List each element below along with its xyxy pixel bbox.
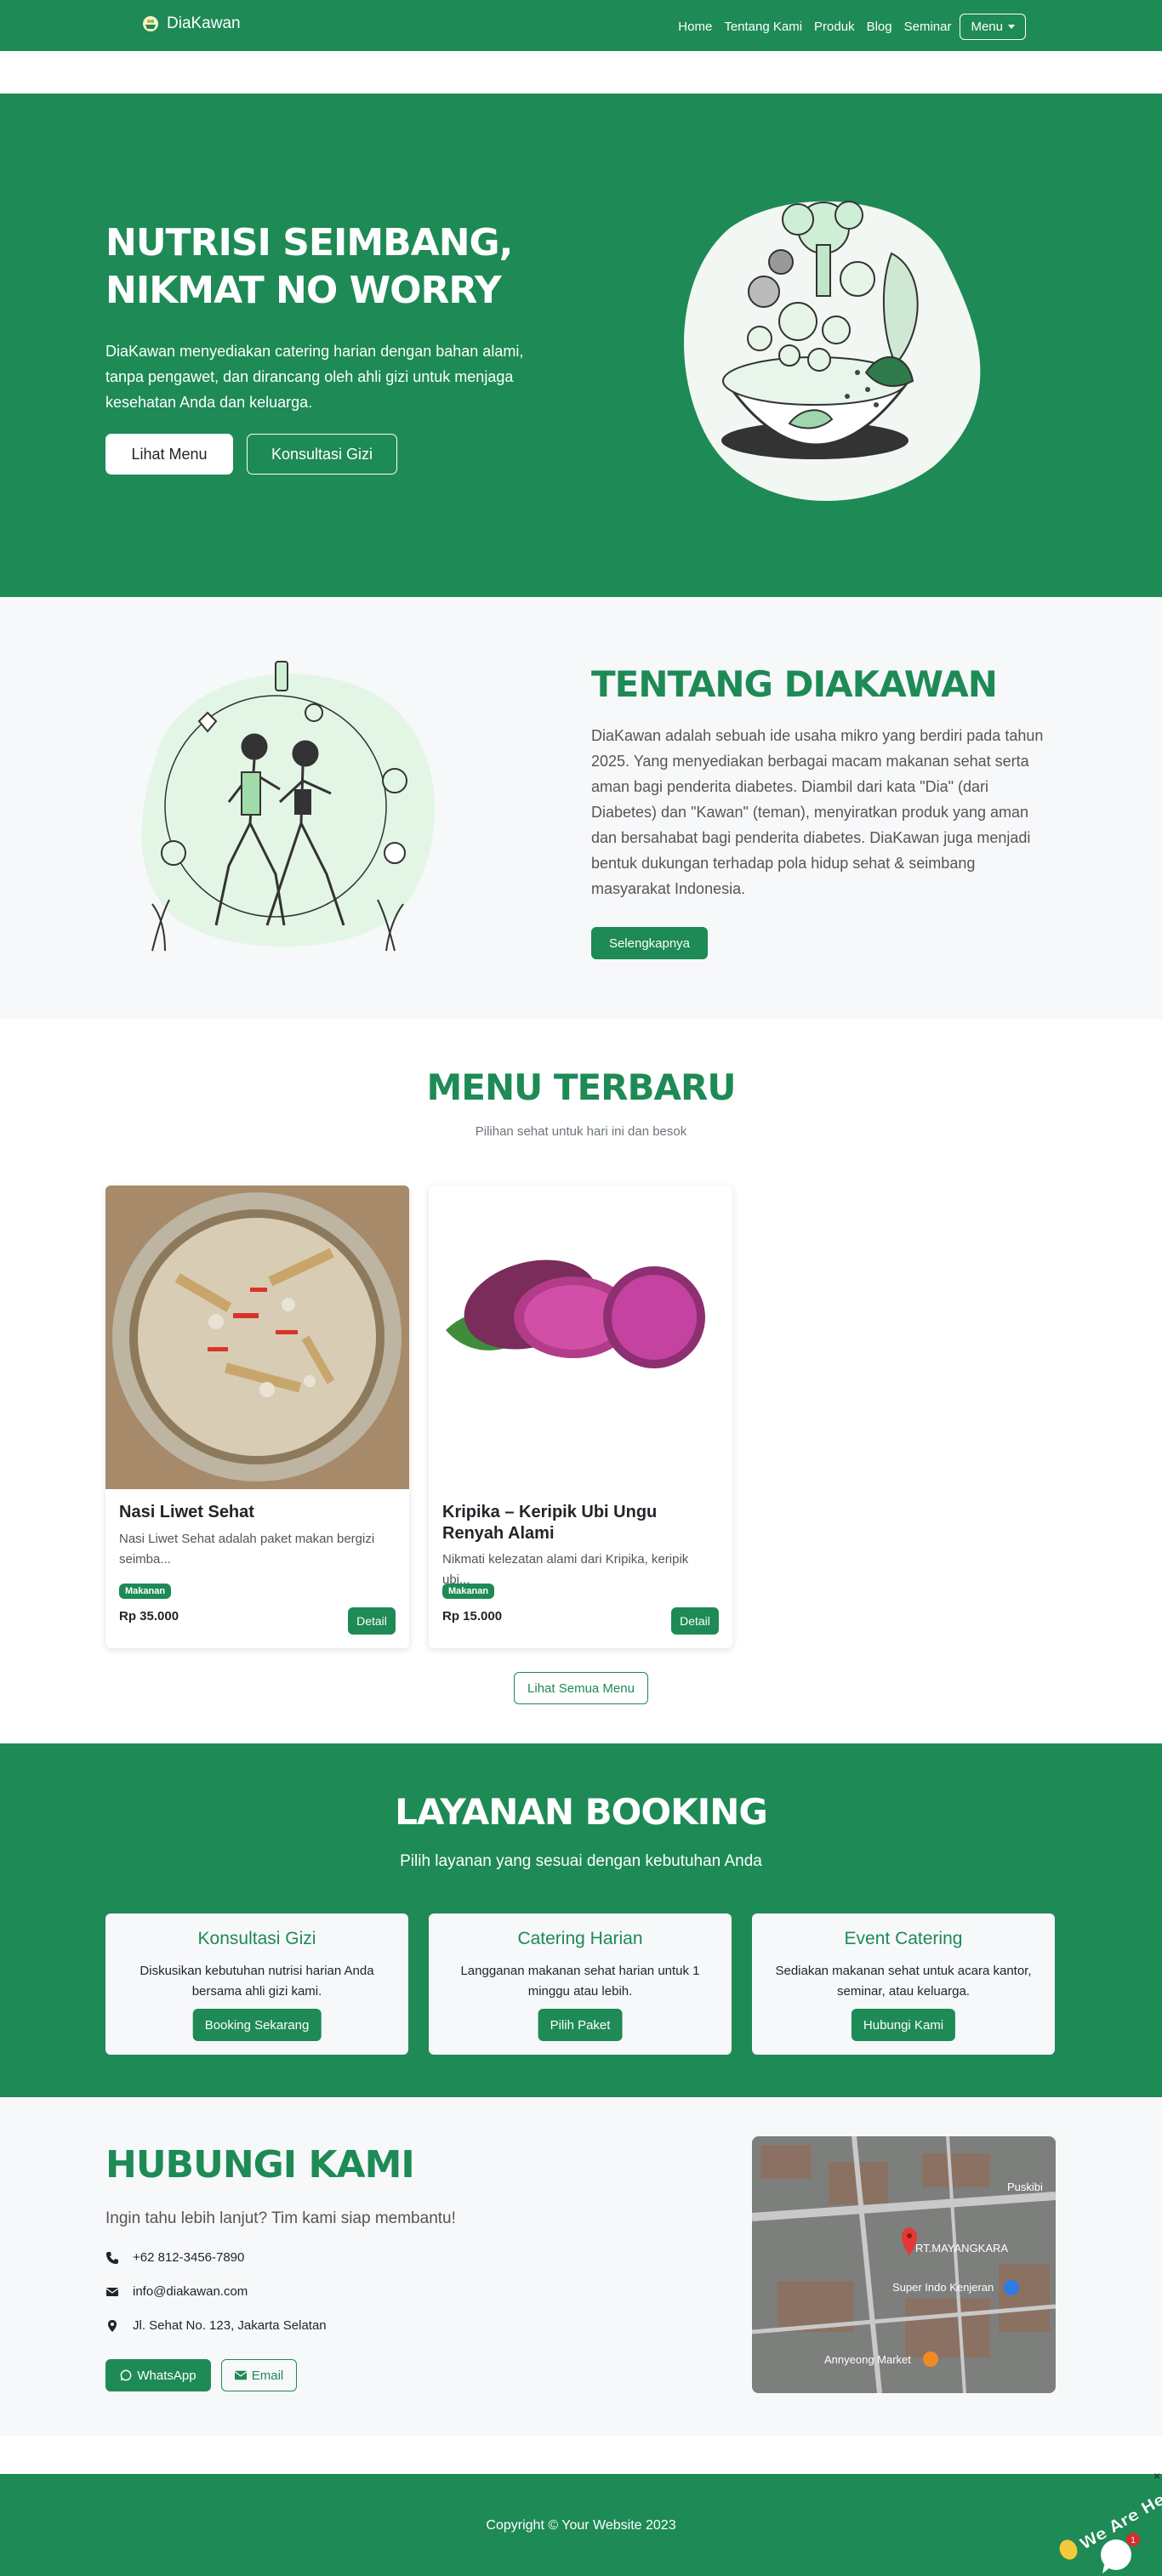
menu-section: Menu Terbaru Pilihan sehat untuk hari in… — [0, 1019, 1162, 1743]
booking-subtitle: Pilih layanan yang sesuai dengan kebutuh… — [400, 1852, 762, 1870]
about-section: Tentang DiaKawan DiaKawan adalah sebuah … — [0, 597, 1162, 1019]
map-label: Super Indo Kenjeran — [892, 2281, 994, 2294]
read-more-button[interactable]: Selengkapnya — [591, 927, 708, 959]
chat-badge-count: 1 — [1131, 2536, 1136, 2545]
email-label: Email — [251, 2368, 284, 2383]
booking-section: Layanan Booking Pilih layanan yang sesua… — [0, 1743, 1162, 2097]
close-icon[interactable]: × — [1153, 2470, 1160, 2482]
nav-link-home[interactable]: Home — [678, 20, 712, 34]
booking-card-title: Konsultasi Gizi — [197, 1929, 316, 1948]
booking-card-text: Diskusikan kebutuhan nutrisi harian Anda… — [140, 1964, 374, 1999]
whatsapp-button[interactable]: WhatsApp — [105, 2359, 211, 2391]
nav-link-blog[interactable]: Blog — [867, 20, 892, 34]
runners-illustration — [141, 661, 436, 952]
hero-title: Nutrisi Seimbang, Nikmat No Worry — [105, 221, 513, 312]
nav-link-products[interactable]: Produk — [814, 20, 855, 34]
category-badge: Makanan — [442, 1584, 495, 1599]
booking-card-event-catering: Event Catering Sediakan makanan sehat un… — [752, 1914, 1055, 2055]
menu-item-price: Rp 35.000 — [119, 1609, 179, 1624]
booking-card-consultation: Konsultasi Gizi Diskusikan kebutuhan nut… — [105, 1914, 408, 2055]
nav-links: Home Tentang Kami Produk Blog Seminar Me… — [666, 14, 1026, 40]
nasi-liwet-image — [105, 1186, 409, 1489]
map-label: RT.MAYANGKARA — [915, 2242, 1008, 2255]
brand-name: DiaKawan — [167, 14, 241, 32]
contact-email: info@diakawan.com — [105, 2284, 248, 2299]
choose-package-button[interactable]: Pilih Paket — [538, 2009, 623, 2041]
phone-icon — [106, 2251, 118, 2264]
footer: Copyright © Your Website 2023 — [0, 2474, 1162, 2576]
envelope-icon — [105, 2287, 119, 2296]
brand[interactable]: DiaKawan — [141, 14, 241, 33]
address-text: Jl. Sehat No. 123, Jakarta Selatan — [133, 2318, 327, 2333]
booking-card-daily-catering: Catering Harian Langganan makanan sehat … — [429, 1914, 732, 2055]
navbar: DiaKawan Home Tentang Kami Produk Blog S… — [0, 0, 1162, 51]
location-map[interactable]: RT.MAYANGKARA Super Indo Kenjeran Annyeo… — [752, 2136, 1056, 2393]
contact-title: Hubungi Kami — [105, 2143, 415, 2186]
booking-card-text: Sediakan makanan sehat untuk acara kanto… — [775, 1964, 1032, 1999]
contact-address: Jl. Sehat No. 123, Jakarta Selatan — [105, 2318, 327, 2333]
whatsapp-icon — [121, 2369, 132, 2381]
nav-link-about[interactable]: Tentang Kami — [724, 20, 802, 34]
contact-phone: +62 812-3456-7890 — [105, 2250, 244, 2265]
menu-item-name: Nasi Liwet Sehat — [119, 1503, 254, 1521]
map-pin-icon — [108, 2319, 117, 2332]
purple-sweet-potato-image — [429, 1186, 732, 1489]
booking-title: Layanan Booking — [395, 1791, 768, 1833]
salad-bowl-illustration — [684, 201, 981, 501]
booking-card-text: Langganan makanan sehat harian untuk 1 m… — [460, 1964, 700, 1999]
menu-card[interactable]: Kripika – Keripik Ubi Ungu Renyah Alami … — [429, 1186, 732, 1648]
email-button[interactable]: Email — [221, 2359, 297, 2391]
contact-section: Hubungi Kami Ingin tahu lebih lanjut? Ti… — [0, 2097, 1162, 2436]
menu-title: Menu Terbaru — [426, 1066, 736, 1108]
about-text: DiaKawan adalah sebuah ide usaha mikro y… — [591, 727, 1044, 897]
view-menu-button[interactable]: Lihat Menu — [105, 434, 233, 475]
hero-text: DiaKawan menyediakan catering harian den… — [105, 343, 524, 411]
detail-button[interactable]: Detail — [671, 1607, 719, 1635]
envelope-icon — [234, 2370, 247, 2380]
book-now-button[interactable]: Booking Sekarang — [192, 2009, 322, 2041]
detail-button[interactable]: Detail — [348, 1607, 396, 1635]
map-label: Annyeong Market — [824, 2353, 911, 2366]
category-badge: Makanan — [119, 1584, 172, 1599]
waving-hand-icon — [1059, 2539, 1078, 2560]
menu-subtitle: Pilihan sehat untuk hari ini dan besok — [475, 1124, 687, 1139]
chat-widget[interactable]: × We Are Here! 1 — [1053, 2470, 1162, 2576]
phone-number: +62 812-3456-7890 — [133, 2250, 245, 2265]
menu-item-name: Kripika – Keripik Ubi Ungu Renyah Alami — [442, 1503, 658, 1543]
contact-us-button[interactable]: Hubungi Kami — [851, 2009, 956, 2041]
about-title: Tentang DiaKawan — [591, 663, 998, 705]
nav-link-seminar[interactable]: Seminar — [904, 20, 952, 34]
hero-section: Nutrisi Seimbang, Nikmat No Worry DiaKaw… — [0, 94, 1162, 597]
map-label: Puskibi — [1007, 2181, 1043, 2193]
menu-item-price: Rp 15.000 — [442, 1609, 503, 1624]
view-all-menu-button[interactable]: Lihat Semua Menu — [514, 1672, 648, 1704]
caret-down-icon — [1008, 25, 1015, 29]
menu-dropdown-button[interactable]: Menu — [960, 14, 1026, 40]
booking-card-title: Event Catering — [844, 1929, 963, 1948]
whatsapp-label: WhatsApp — [137, 2368, 197, 2383]
menu-card[interactable]: Nasi Liwet Sehat Nasi Liwet Sehat adalah… — [105, 1186, 409, 1648]
booking-card-title: Catering Harian — [517, 1929, 643, 1948]
email-address: info@diakawan.com — [133, 2284, 248, 2299]
copyright-text: Copyright © Your Website 2023 — [486, 2518, 676, 2533]
menu-item-desc: Nasi Liwet Sehat adalah paket makan berg… — [119, 1532, 375, 1567]
consult-button[interactable]: Konsultasi Gizi — [247, 434, 397, 475]
logo-icon — [143, 16, 158, 31]
contact-subtitle: Ingin tahu lebih lanjut? Tim kami siap m… — [105, 2209, 456, 2227]
menu-dropdown-label: Menu — [971, 20, 1003, 34]
